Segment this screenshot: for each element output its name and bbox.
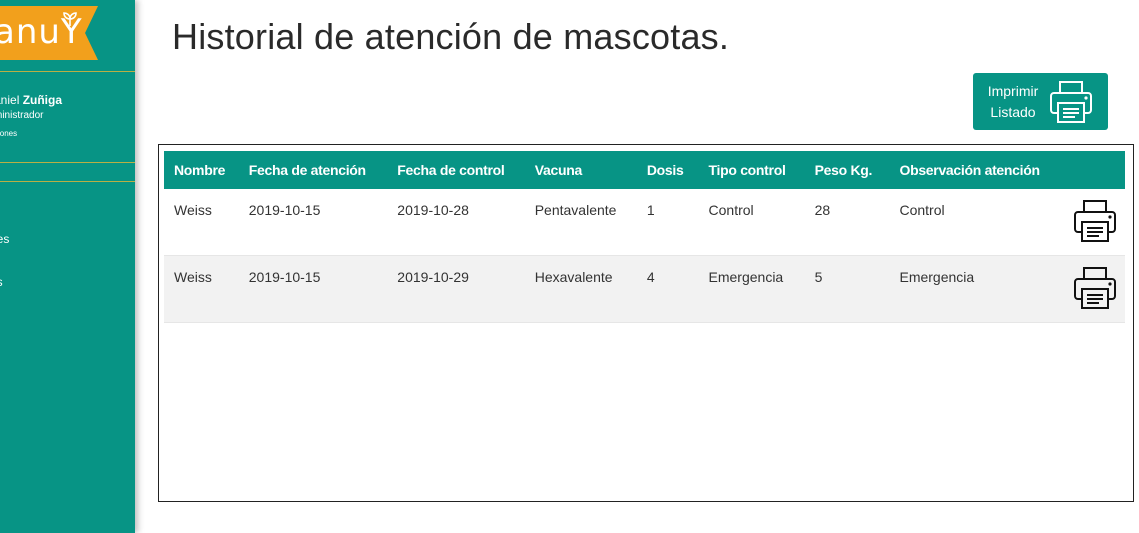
cell-observacion: Emergencia	[899, 269, 975, 285]
col-tipo-control: Tipo control	[708, 162, 786, 178]
cell-vacuna: Hexavalente	[534, 269, 613, 285]
printer-icon	[1073, 267, 1116, 309]
user-role: ministrador	[0, 110, 44, 121]
user-name: aniel Zuñiga	[0, 93, 62, 107]
cell-actions	[1064, 256, 1125, 323]
cell-fecha-atencion: 2019-10-15	[248, 269, 321, 285]
page-title: Historial de atención de mascotas.	[172, 16, 730, 57]
cell-peso: 28	[814, 202, 831, 218]
cell-tipo-control: Control	[708, 202, 754, 218]
history-table: Nombre Fecha de atención Fecha de contro…	[164, 151, 1125, 323]
logo[interactable]: anuY	[0, 10, 94, 54]
col-dosis: Dosis	[646, 162, 684, 178]
col-actions	[1064, 151, 1125, 189]
table-header-row: Nombre Fecha de atención Fecha de contro…	[164, 151, 1125, 189]
user-last-name: Zuñiga	[22, 93, 63, 107]
print-list-label: Imprimir Listado	[981, 81, 1045, 123]
sidebar: anuY aniel Zuñiga ministrador ciones nes…	[0, 0, 135, 533]
cell-fecha-control: 2019-10-28	[397, 202, 469, 218]
col-vacuna: Vacuna	[534, 162, 583, 178]
row-print-button[interactable]	[1073, 199, 1117, 246]
printer-icon	[1073, 200, 1116, 242]
cell-nombre: Weiss	[174, 269, 212, 285]
col-observacion: Observación atención	[899, 162, 1040, 178]
row-print-button[interactable]	[1073, 266, 1117, 313]
col-fecha-atencion: Fecha de atención	[248, 162, 366, 178]
print-list-label-line1: Imprimir	[987, 83, 1039, 99]
table-row: Weiss 2019-10-15 2019-10-28 Pentavalente…	[164, 189, 1125, 256]
print-list-button[interactable]: Imprimir Listado	[973, 73, 1108, 130]
table-row: Weiss 2019-10-15 2019-10-29 Hexavalente …	[164, 255, 1125, 323]
sidebar-divider	[0, 162, 135, 163]
user-options-link[interactable]: ciones	[0, 129, 17, 138]
sidebar-item-1[interactable]: nes	[0, 232, 9, 246]
table-header: Nombre Fecha de atención Fecha de contro…	[164, 151, 1125, 189]
history-table-container: Nombre Fecha de atención Fecha de contro…	[158, 144, 1134, 502]
cell-dosis: 1	[646, 202, 655, 218]
sidebar-divider	[0, 71, 135, 72]
printer-icon	[1050, 81, 1092, 123]
sprout-icon	[63, 12, 77, 26]
print-list-label-line2: Listado	[990, 104, 1036, 120]
sidebar-item-2[interactable]: as	[0, 275, 3, 289]
cell-dosis: 4	[646, 269, 655, 285]
cell-vacuna: Pentavalente	[534, 202, 617, 218]
col-nombre: Nombre	[174, 162, 226, 178]
cell-tipo-control: Emergencia	[708, 269, 784, 285]
cell-fecha-control: 2019-10-29	[397, 269, 469, 285]
col-fecha-control: Fecha de control	[397, 162, 505, 178]
user-first-name: aniel	[0, 93, 20, 107]
col-peso: Peso Kg.	[814, 162, 873, 178]
cell-fecha-atencion: 2019-10-15	[248, 202, 321, 218]
cell-peso: 5	[814, 269, 823, 285]
sidebar-divider	[0, 181, 135, 182]
cell-actions	[1064, 189, 1125, 256]
cell-observacion: Control	[899, 202, 945, 218]
cell-nombre: Weiss	[174, 202, 212, 218]
